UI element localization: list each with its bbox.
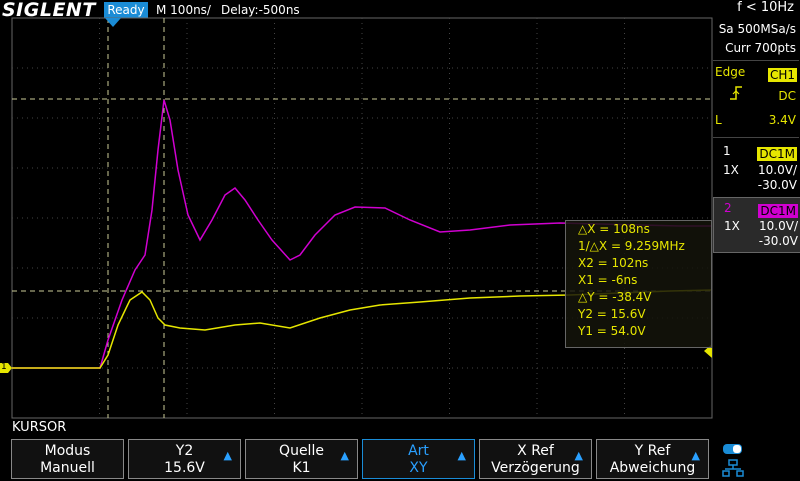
knob-arrow-icon: ▲ [223, 449, 232, 462]
ch1-marker-label: 1 [1, 362, 7, 372]
channel-1-coupling-badge: DC1M [757, 147, 797, 161]
softkey-y-ref[interactable]: Y Ref Abweichung ▲ [596, 439, 709, 479]
network-icon[interactable] [722, 459, 744, 481]
channel-2-offset: -30.0V [758, 234, 798, 248]
trigger-mode: L [715, 113, 722, 127]
cursor-delta-y: △Y = -38.4V [578, 290, 652, 304]
softkey-source[interactable]: Quelle K1 ▲ [245, 439, 358, 479]
trigger-coupling: DC [778, 89, 796, 103]
cursor-readout-panel: △X = 108ns 1/△X = 9.259MHz X2 = 102ns X1… [565, 220, 712, 348]
cursor-y2: Y2 = 15.6V [578, 307, 646, 321]
knob-arrow-icon: ▲ [691, 449, 700, 462]
trigger-source-badge: CH1 [767, 68, 797, 82]
cursor-x1: X1 = -6ns [578, 273, 638, 287]
trigger-level: 3.4V [768, 113, 796, 127]
menu-title: KURSOR [12, 420, 67, 435]
cursor-inv-delta-x: 1/△X = 9.259MHz [578, 239, 685, 253]
softkey-type-value: XY [409, 460, 428, 476]
channel-2-coupling-badge: DC1M [758, 204, 798, 218]
sample-rate-readout: Sa 500MSa/s [718, 22, 796, 36]
cursor-x2: X2 = 102ns [578, 256, 649, 270]
rising-edge-icon [729, 85, 743, 105]
toggle-icon[interactable] [722, 441, 744, 460]
softkey-x-ref-value: Verzögerung [491, 460, 580, 476]
knob-arrow-icon: ▲ [340, 449, 349, 462]
channel-1-number: 1 [723, 144, 731, 158]
channel-2-panel[interactable]: 2 DC1M 1X 10.0V/ -30.0V [713, 197, 800, 253]
softkey-source-value: K1 [292, 460, 311, 476]
cursor-y1: Y1 = 54.0V [578, 324, 646, 338]
softkey-mode[interactable]: Modus Manuell [11, 439, 124, 479]
knob-arrow-icon: ▲ [574, 449, 583, 462]
channel-1-scale: 10.0V/ [758, 163, 797, 177]
channel-2-probe: 1X [724, 219, 740, 233]
channel-1-offset: -30.0V [757, 178, 797, 192]
softkey-y-ref-value: Abweichung [609, 460, 696, 476]
softkey-type[interactable]: Art XY ▲ [362, 439, 475, 479]
channel-2-number: 2 [724, 201, 732, 215]
memory-depth-readout: Curr 700pts [725, 41, 796, 55]
softkey-mode-label: Modus [44, 443, 91, 459]
cursor-delta-x: △X = 108ns [578, 222, 650, 236]
trigger-position-marker [105, 18, 121, 27]
softkey-x-ref[interactable]: X Ref Verzögerung ▲ [479, 439, 592, 479]
channel-1-panel[interactable]: 1 DC1M 1X 10.0V/ -30.0V [713, 140, 799, 196]
trigger-type: Edge [715, 65, 746, 79]
channel-2-scale: 10.0V/ [759, 219, 798, 233]
softkey-y2-value: 15.6V [164, 460, 205, 476]
trigger-panel[interactable]: Edge CH1 DC L 3.4V [713, 60, 799, 138]
softkey-y2[interactable]: Y2 15.6V ▲ [128, 439, 241, 479]
knob-arrow-icon: ▲ [457, 449, 466, 462]
channel-1-probe: 1X [723, 163, 739, 177]
grid-lines [12, 18, 712, 418]
softkey-mode-value: Manuell [40, 460, 95, 476]
